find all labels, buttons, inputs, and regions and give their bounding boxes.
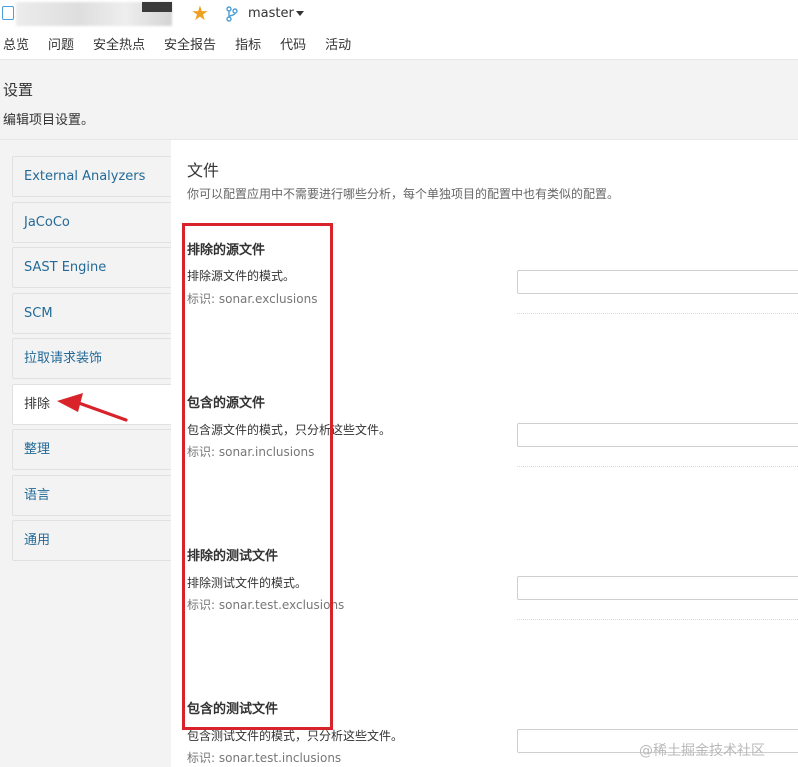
project-name-redacted-segment — [142, 2, 172, 12]
nav-activity[interactable]: 活动 — [325, 36, 351, 58]
project-icon — [2, 6, 14, 20]
category-external-analyzers[interactable]: External Analyzers — [12, 156, 171, 197]
page-description: 编辑项目设置。 — [3, 113, 95, 128]
annotation-highlight-box — [182, 223, 333, 730]
divider — [517, 313, 798, 314]
favorite-star-icon[interactable]: ★ — [191, 3, 209, 23]
nav-code[interactable]: 代码 — [280, 36, 306, 58]
section-title: 文件 — [187, 161, 220, 180]
inclusions-input[interactable] — [517, 423, 798, 447]
divider — [517, 619, 798, 620]
category-housekeeping[interactable]: 整理 — [12, 429, 171, 470]
category-sast-engine[interactable]: SAST Engine — [12, 247, 171, 288]
nav-security-hotspots[interactable]: 安全热点 — [93, 36, 145, 58]
nav-overview[interactable]: 总览 — [3, 36, 29, 58]
branch-icon — [226, 6, 238, 22]
page-header: 设置 编辑项目设置。 — [0, 59, 798, 140]
settings-category-panel: External Analyzers JaCoCo SAST Engine SC… — [0, 140, 171, 767]
setting-key: 标识: sonar.test.inclusions — [187, 751, 342, 765]
watermark: @稀土掘金技术社区 — [639, 743, 765, 759]
exclusions-input[interactable] — [517, 270, 798, 294]
test-exclusions-input[interactable] — [517, 576, 798, 600]
nav-issues[interactable]: 问题 — [48, 36, 74, 58]
project-nav: 总览 问题 安全热点 安全报告 指标 代码 活动 — [0, 36, 370, 58]
branch-selector[interactable]: master — [248, 6, 294, 21]
top-bar: ★ master — [0, 0, 798, 30]
divider — [517, 466, 798, 467]
category-scm[interactable]: SCM — [12, 293, 171, 334]
chevron-down-icon[interactable] — [296, 11, 304, 16]
section-description: 你可以配置应用中不需要进行哪些分析，每个单独项目的配置中也有类似的配置。 — [187, 187, 620, 201]
annotation-arrow-icon — [57, 393, 128, 422]
nav-security-reports[interactable]: 安全报告 — [164, 36, 216, 58]
nav-measures[interactable]: 指标 — [235, 36, 261, 58]
category-jacoco[interactable]: JaCoCo — [12, 202, 171, 243]
category-general[interactable]: 通用 — [12, 520, 171, 561]
category-pull-request-decoration[interactable]: 拉取请求装饰 — [12, 338, 171, 379]
page-title: 设置 — [3, 81, 34, 99]
category-languages[interactable]: 语言 — [12, 475, 171, 516]
